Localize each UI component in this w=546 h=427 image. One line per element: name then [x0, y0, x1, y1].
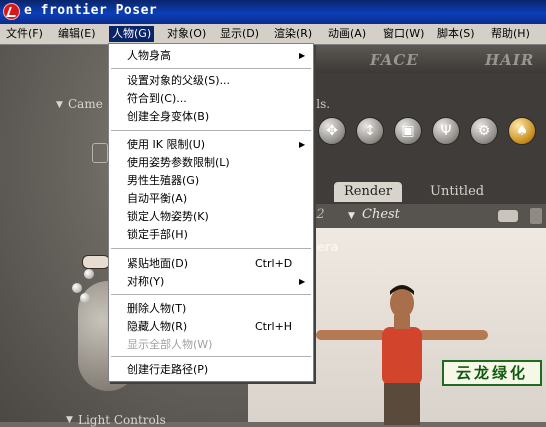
- camera-icon[interactable]: [498, 210, 518, 222]
- right-arm: [418, 330, 488, 340]
- menu-item-label: 符合到(C)...: [127, 92, 187, 105]
- menu-item-drop-to-floor[interactable]: 紧贴地面(D) Ctrl+D: [109, 255, 313, 273]
- menu-object[interactable]: 对象(O): [164, 26, 209, 42]
- camera-ball-icon[interactable]: [80, 293, 90, 303]
- document-tabs: Render Untitled: [300, 182, 546, 204]
- poser-logo-icon: [3, 3, 20, 20]
- menu-item-figure-height[interactable]: 人物身高 ▶: [109, 47, 313, 65]
- pointer-hand-icon[interactable]: [82, 255, 110, 269]
- menu-item-label: 显示全部人物(W): [127, 338, 213, 351]
- menu-item-label: 人物身高: [127, 49, 171, 62]
- title-bar: e frontier Poser: [0, 0, 546, 24]
- menu-figure[interactable]: 人物(G): [109, 26, 155, 42]
- camera-controls-label: Came: [68, 97, 103, 111]
- submenu-arrow-icon: ▶: [299, 277, 306, 286]
- camera-ball-icon[interactable]: [84, 269, 94, 279]
- figure-preview[interactable]: [302, 285, 502, 425]
- head: [390, 288, 414, 318]
- menu-item-label: 使用姿势参数限制(L): [127, 156, 230, 169]
- tab-untitled[interactable]: Untitled: [420, 182, 494, 202]
- menu-item-label: 紧贴地面(D): [127, 257, 189, 270]
- menu-item-label: 隐藏人物(R): [127, 320, 188, 333]
- left-arm: [316, 330, 386, 340]
- menu-file[interactable]: 文件(F): [3, 26, 46, 42]
- tab-hair[interactable]: HAIR: [485, 51, 534, 69]
- translate-icon[interactable]: ↕: [356, 117, 384, 145]
- menu-item-auto-balance[interactable]: 自动平衡(A): [109, 190, 313, 208]
- menu-item-conform-to[interactable]: 符合到(C)...: [109, 90, 313, 108]
- color-icon[interactable]: ♠: [508, 117, 536, 145]
- menu-item-label: 锁定手部(H): [127, 228, 188, 241]
- light-triangle-icon: ▼: [66, 415, 73, 425]
- options-icon[interactable]: [530, 208, 542, 224]
- submenu-arrow-icon: ▶: [299, 140, 306, 149]
- document-subbar: g2 ▼ Chest: [300, 204, 546, 228]
- menu-item-set-parent[interactable]: 设置对象的父级(S)...: [109, 72, 313, 90]
- menu-item-label: 删除人物(T): [127, 302, 187, 315]
- menu-scripts[interactable]: 脚本(S): [434, 26, 478, 42]
- menu-edit[interactable]: 编辑(E): [55, 26, 99, 42]
- menu-animation[interactable]: 动画(A): [325, 26, 369, 42]
- menu-item-genitalia[interactable]: 男性生殖器(G): [109, 172, 313, 190]
- menu-item-lock-hands[interactable]: 锁定手部(H): [109, 226, 313, 244]
- menu-item-label: 设置对象的父级(S)...: [127, 74, 231, 87]
- chest-dropdown-icon[interactable]: ▼: [348, 211, 355, 221]
- camera-ball-icon[interactable]: [72, 283, 82, 293]
- menu-item-use-limits[interactable]: 使用姿势参数限制(L): [109, 154, 313, 172]
- menu-separator: [111, 130, 311, 131]
- hand-icon[interactable]: [92, 143, 108, 163]
- camera-triangle-icon: ▼: [56, 100, 63, 110]
- move-xyz-icon[interactable]: ✥: [318, 117, 346, 145]
- menu-item-label: 对称(Y): [127, 275, 165, 288]
- menu-item-shortcut: Ctrl+H: [255, 320, 293, 333]
- menu-separator: [111, 68, 311, 69]
- menu-render[interactable]: 渲染(R): [271, 26, 315, 42]
- menu-item-lock-figure[interactable]: 锁定人物姿势(K): [109, 208, 313, 226]
- pants: [384, 383, 420, 425]
- menu-item-shortcut: Ctrl+D: [255, 257, 293, 270]
- menu-separator: [111, 294, 311, 295]
- taper-icon[interactable]: Ψ: [432, 117, 460, 145]
- menu-separator: [111, 248, 311, 249]
- watermark-logo: 云龙绿化: [442, 360, 542, 386]
- submenu-arrow-icon: ▶: [299, 51, 306, 60]
- menu-item-label: 创建行走路径(P): [127, 363, 209, 376]
- menu-item-label: 锁定人物姿势(K): [127, 210, 209, 223]
- menu-item-create-walk-path[interactable]: 创建行走路径(P): [109, 361, 313, 379]
- menu-item-create-full-body-morph[interactable]: 创建全身变体(B): [109, 108, 313, 126]
- menu-item-symmetry[interactable]: 对称(Y) ▶: [109, 273, 313, 291]
- tab-render[interactable]: Render: [334, 182, 403, 202]
- twist-icon[interactable]: ⚙: [470, 117, 498, 145]
- window-title: e frontier Poser: [24, 3, 158, 18]
- menu-help[interactable]: 帮助(H): [488, 26, 533, 42]
- menu-item-label: 自动平衡(A): [127, 192, 188, 205]
- menu-window[interactable]: 窗口(W): [380, 26, 427, 42]
- menu-item-hide-figure[interactable]: 隐藏人物(R) Ctrl+H: [109, 318, 313, 336]
- menu-item-show-all-figures: 显示全部人物(W): [109, 336, 313, 354]
- menu-item-delete-figure[interactable]: 删除人物(T): [109, 300, 313, 318]
- menu-item-label: 使用 IK 限制(U): [127, 138, 206, 151]
- scale-icon[interactable]: ▣: [394, 117, 422, 145]
- menu-separator: [111, 356, 311, 357]
- shirt: [382, 327, 422, 385]
- figure-menu-dropdown: 人物身高 ▶ 设置对象的父级(S)... 符合到(C)... 创建全身变体(B)…: [108, 43, 314, 382]
- menu-item-use-ik-limits[interactable]: 使用 IK 限制(U) ▶: [109, 136, 313, 154]
- menu-bar: 文件(F) 编辑(E) 人物(G) 对象(O) 显示(D) 渲染(R) 动画(A…: [0, 24, 546, 45]
- light-controls-label: Light Controls: [78, 413, 166, 427]
- menu-item-label: 创建全身变体(B): [127, 110, 210, 123]
- menu-display[interactable]: 显示(D): [217, 26, 262, 42]
- menu-item-label: 男性生殖器(G): [127, 174, 200, 187]
- tab-face[interactable]: FACE: [370, 51, 419, 69]
- actor-selector[interactable]: Chest: [362, 207, 400, 222]
